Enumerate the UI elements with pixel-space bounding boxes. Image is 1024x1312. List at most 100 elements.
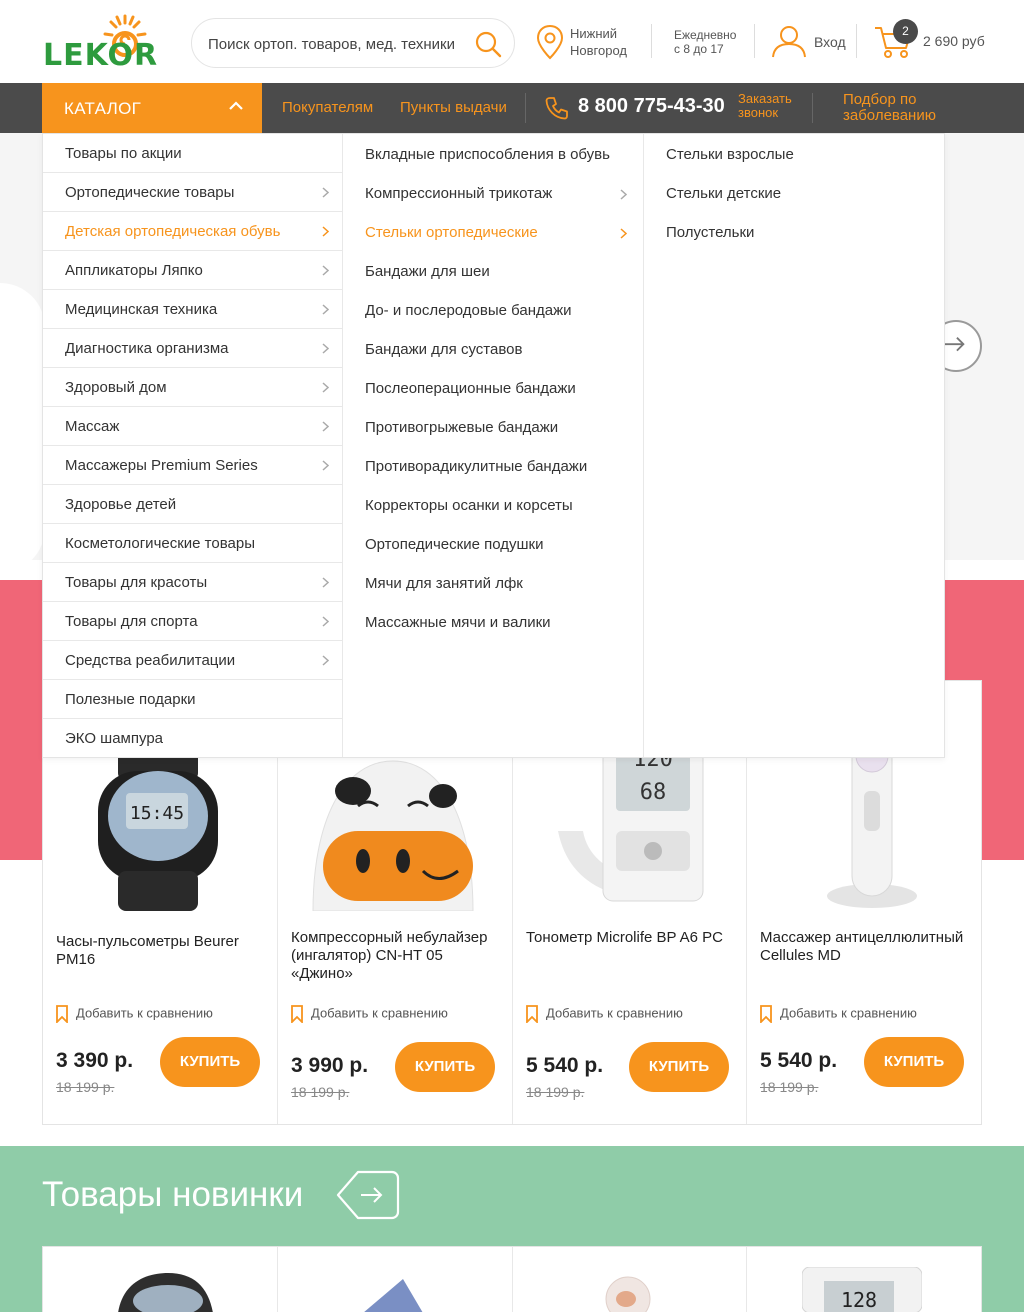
catalog-item[interactable]: Здоровый дом	[43, 368, 343, 407]
subcategory-item[interactable]: Противорадикулитные бандажи	[365, 458, 635, 475]
product-title[interactable]: Тонометр Microlife BP A6 PC	[526, 929, 731, 947]
chevron-up-icon	[229, 101, 243, 110]
login-link[interactable]: Вход	[814, 34, 846, 50]
product-card[interactable]	[278, 1247, 513, 1312]
catalog-column-2: Вкладные приспособления в обувь Компресси…	[343, 134, 644, 757]
subcategory-item[interactable]: Бандажи для суставов	[365, 341, 635, 358]
subcategory-label: Массажные мячи и валики	[365, 614, 551, 631]
sub-subcategory-item[interactable]: Полустельки	[666, 224, 754, 241]
search-input[interactable]	[208, 32, 464, 56]
bookmark-icon	[56, 1005, 68, 1023]
phone-icon	[545, 97, 568, 120]
location-pin-icon[interactable]	[535, 24, 565, 60]
catalog-item[interactable]: Товары для красоты	[43, 563, 343, 602]
product-title[interactable]: Массажер антицеллюлитный Cellules MD	[760, 929, 965, 965]
subcategory-item[interactable]: Бандажи для шеи	[365, 263, 635, 280]
chevron-right-icon	[322, 226, 329, 237]
subcategory-label: Бандажи для суставов	[365, 341, 523, 358]
logo-text: LEKOR	[43, 38, 159, 73]
hours-line-1: Ежедневно	[674, 28, 737, 42]
catalog-column-1: Товары по акции Ортопедические товары Детс…	[43, 134, 343, 757]
sub-subcategory-item[interactable]: Стельки детские	[666, 185, 781, 202]
subcategory-item[interactable]: Вкладные приспособления в обувь	[365, 146, 635, 163]
site-header: LEKOR Нижний Новгород Ежедневно с 8 до 1…	[0, 0, 1024, 83]
product-card[interactable]: 128	[747, 1247, 982, 1312]
catalog-item-label: Полезные подарки	[65, 691, 196, 708]
cart-total[interactable]: 2 690 руб	[923, 33, 985, 49]
svg-text:15:45: 15:45	[130, 803, 184, 824]
catalog-item[interactable]: Медицинская техника	[43, 290, 343, 329]
sub-subcategory-item[interactable]: Стельки взрослые	[666, 146, 794, 163]
catalog-item[interactable]: Аппликаторы Ляпко	[43, 251, 343, 290]
divider	[754, 24, 755, 58]
catalog-item[interactable]: Товары для спорта	[43, 602, 343, 641]
catalog-item-label: Массаж	[65, 418, 120, 435]
callback-line-1: Заказать	[738, 91, 792, 106]
disease-line-2: заболеванию	[843, 107, 936, 124]
callback-link[interactable]: Заказать звонок	[738, 92, 792, 120]
catalog-item[interactable]: Диагностика организма	[43, 329, 343, 368]
catalog-item[interactable]: Ортопедические товары	[43, 173, 343, 212]
catalog-item[interactable]: Детская ортопедическая обувь	[43, 212, 343, 251]
product-price: 3 990 р.	[291, 1054, 369, 1077]
catalog-item-label: Массажеры Premium Series	[65, 457, 258, 474]
buy-button[interactable]: КУПИТЬ	[629, 1042, 729, 1092]
divider	[525, 93, 526, 123]
product-card[interactable]	[43, 1247, 278, 1312]
add-to-compare[interactable]: Добавить к сравнению	[526, 1005, 683, 1023]
subcategory-item[interactable]: Стельки ортопедические	[365, 224, 635, 241]
subcategory-item[interactable]: Послеоперационные бандажи	[365, 380, 635, 397]
subcategory-item[interactable]: Противогрыжевые бандажи	[365, 419, 635, 436]
catalog-item-label: Диагностика организма	[65, 340, 229, 357]
subcategory-label: Компрессионный трикотаж	[365, 185, 553, 202]
catalog-item[interactable]: Массажеры Premium Series	[43, 446, 343, 485]
catalog-item-label: Здоровый дом	[65, 379, 167, 396]
subcategory-item[interactable]: До- и послеродовые бандажи	[365, 302, 635, 319]
subcategory-item[interactable]: Компрессионный трикотаж	[365, 185, 635, 202]
subcategory-label: Бандажи для шеи	[365, 263, 490, 280]
city-line-2: Новгород	[570, 43, 627, 58]
catalog-item[interactable]: ЭКО шампура	[43, 719, 343, 758]
buy-button[interactable]: КУПИТЬ	[160, 1037, 260, 1087]
catalog-item-label: Товары по акции	[65, 145, 182, 162]
user-icon[interactable]	[770, 24, 808, 58]
nav-buyers-link[interactable]: Покупателям	[282, 99, 373, 116]
product-title[interactable]: Компрессорный небулайзер (ингалятор) CN-…	[291, 929, 496, 983]
city-selector[interactable]: Нижний Новгород	[570, 25, 650, 59]
arrow-right-icon[interactable]	[336, 1168, 400, 1222]
catalog-item[interactable]: Косметологические товары	[43, 524, 343, 563]
add-to-compare[interactable]: Добавить к сравнению	[760, 1005, 917, 1023]
product-card[interactable]	[513, 1247, 747, 1312]
chevron-right-icon	[322, 577, 329, 588]
catalog-item[interactable]: Массаж	[43, 407, 343, 446]
subcategory-item[interactable]: Массажные мячи и валики	[365, 614, 635, 631]
add-to-compare[interactable]: Добавить к сравнению	[291, 1005, 448, 1023]
catalog-button[interactable]: КАТАЛОГ	[42, 83, 262, 133]
phone-number[interactable]: 8 800 775-43-30	[578, 95, 725, 118]
subcategory-item[interactable]: Ортопедические подушки	[365, 536, 635, 553]
product-price: 5 540 р.	[526, 1054, 604, 1077]
logo[interactable]: LEKOR	[43, 14, 165, 73]
nav-pickup-link[interactable]: Пункты выдачи	[400, 99, 507, 116]
chevron-right-icon	[322, 421, 329, 432]
catalog-item[interactable]: Полезные подарки	[43, 680, 343, 719]
subcategory-item[interactable]: Мячи для занятий лфк	[365, 575, 635, 592]
catalog-item[interactable]: Здоровье детей	[43, 485, 343, 524]
chevron-right-icon	[322, 616, 329, 627]
product-price: 3 390 р.	[56, 1049, 134, 1072]
catalog-item[interactable]: Товары по акции	[43, 134, 343, 173]
disease-selection-link[interactable]: Подбор по заболеванию	[843, 92, 936, 124]
catalog-item[interactable]: Средства реабилитации	[43, 641, 343, 680]
product-title[interactable]: Часы-пульсометры Beurer PM16	[56, 933, 261, 969]
subcategory-label: Ортопедические подушки	[365, 536, 544, 553]
subcategory-label: Вкладные приспособления в обувь	[365, 146, 610, 163]
catalog-item-label: Товары для спорта	[65, 613, 198, 630]
buy-button[interactable]: КУПИТЬ	[395, 1042, 495, 1092]
svg-text:128: 128	[841, 1288, 877, 1312]
subcategory-item[interactable]: Корректоры осанки и корсеты	[365, 497, 635, 514]
add-to-compare[interactable]: Добавить к сравнению	[56, 1005, 213, 1023]
compare-label: Добавить к сравнению	[311, 1005, 448, 1021]
buy-button[interactable]: КУПИТЬ	[864, 1037, 964, 1087]
subcategory-label: Мячи для занятий лфк	[365, 575, 523, 592]
search-icon[interactable]	[472, 28, 504, 60]
